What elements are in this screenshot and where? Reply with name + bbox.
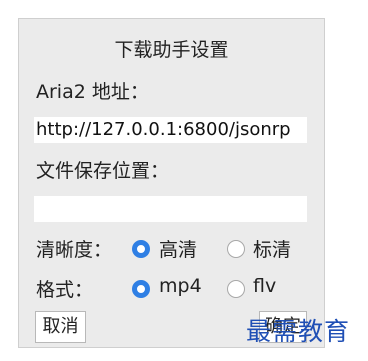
clarity-hd-label[interactable]: 高清 [159, 235, 197, 262]
clarity-label: 清晰度： [36, 239, 113, 261]
dialog-title: 下载助手设置 [114, 39, 229, 61]
aria2-address-input[interactable]: http://127.0.0.1:6800/jsonrp [34, 117, 307, 143]
clarity-sd-label[interactable]: 标清 [253, 235, 291, 262]
format-flv-label[interactable]: flv [253, 275, 276, 297]
format-mp4-label[interactable]: mp4 [159, 275, 202, 297]
save-location-input[interactable] [34, 196, 307, 222]
format-mp4-radio[interactable] [132, 280, 150, 298]
aria2-address-label: Aria2 地址： [36, 81, 149, 103]
cancel-button[interactable]: 取消 [35, 311, 86, 343]
watermark-logo: 最需教育 [246, 317, 351, 346]
format-flv-radio[interactable] [227, 280, 245, 298]
settings-dialog: 下载助手设置 Aria2 地址： http://127.0.0.1:6800/j… [18, 18, 325, 348]
save-location-label: 文件保存位置： [36, 160, 170, 182]
clarity-hd-radio[interactable] [132, 240, 150, 258]
format-label: 格式： [36, 279, 94, 301]
clarity-sd-radio[interactable] [227, 240, 245, 258]
